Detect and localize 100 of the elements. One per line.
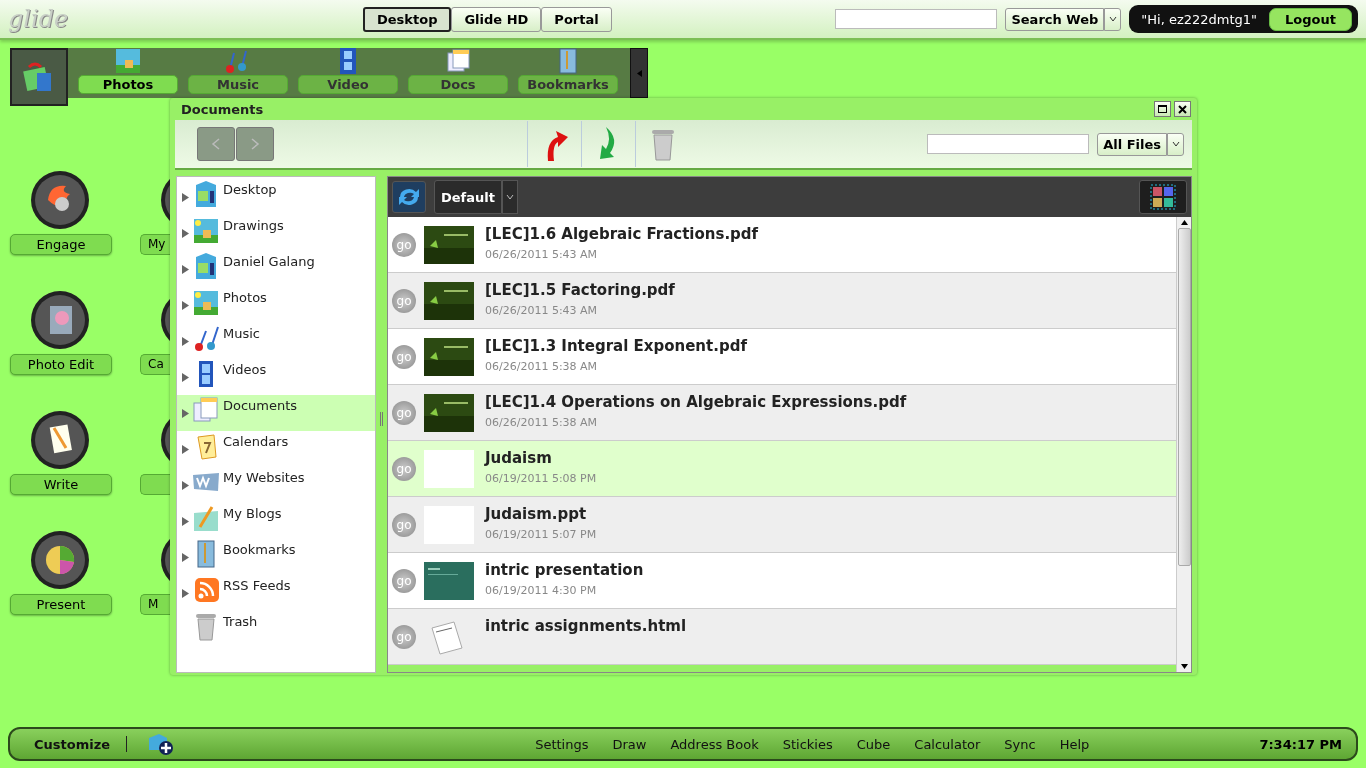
file-filter-dropdown[interactable]: All Files [1097, 132, 1167, 156]
label-background [140, 474, 170, 495]
folder-label: Trash [223, 614, 258, 629]
add-app-icon[interactable] [147, 732, 176, 756]
view-dropdown[interactable]: Default [434, 180, 502, 214]
taskbar-link[interactable]: Help [1047, 736, 1102, 752]
file-row[interactable]: go [LEC]1.4 Operations on Algebraic Expressions.pdf 06/26/2011 5:38 AM [388, 385, 1176, 441]
folder-item[interactable]: Desktop [177, 179, 375, 215]
file-name: [LEC]1.6 Algebraic Fractions.pdf [485, 225, 759, 243]
expand-arrow-icon[interactable] [182, 265, 189, 274]
search-web-button[interactable]: Search Web [1005, 7, 1105, 31]
dock-tab[interactable]: Bookmarks [518, 75, 618, 94]
expand-arrow-icon[interactable] [182, 589, 189, 598]
folder-label: Drawings [223, 218, 284, 233]
expand-arrow-icon[interactable] [182, 553, 189, 562]
taskbar-link[interactable]: Calculator [902, 736, 993, 752]
customize-button[interactable]: Customize [28, 735, 117, 753]
mode-tab[interactable]: Desktop [363, 6, 452, 32]
maximize-button[interactable] [1154, 101, 1171, 117]
scroll-up-icon[interactable] [1180, 220, 1188, 225]
expand-arrow-icon[interactable] [182, 445, 189, 454]
refresh-button[interactable] [392, 181, 426, 213]
folder-label: RSS Feeds [223, 578, 291, 593]
folder-item[interactable]: Videos [177, 359, 375, 395]
taskbar-link[interactable]: Address Book [658, 736, 771, 752]
folder-item[interactable]: My Websites [177, 467, 375, 503]
dock-tab[interactable]: Video [298, 75, 398, 94]
app-icon[interactable] [30, 410, 90, 470]
app-label[interactable]: Photo Edit [10, 354, 112, 375]
file-row[interactable]: go [LEC]1.3 Integral Exponent.pdf 06/26/2011 5:38 AM [388, 329, 1176, 385]
file-row[interactable]: go intric assignments.html [388, 609, 1176, 665]
logo: glide [8, 5, 70, 33]
expand-arrow-icon[interactable] [182, 481, 189, 490]
mode-tab[interactable]: Glide HD [451, 6, 542, 32]
file-date: 06/19/2011 4:30 PM [485, 584, 598, 597]
mode-tab[interactable]: Portal [541, 6, 612, 32]
search-options-button[interactable] [1104, 7, 1122, 31]
file-thumbnail [424, 450, 474, 488]
expand-arrow-icon[interactable] [182, 229, 189, 238]
folder-label: Videos [223, 362, 267, 377]
file-row[interactable]: go Judaism.ppt 06/19/2011 5:07 PM [388, 497, 1176, 553]
grid-view-button[interactable] [1139, 180, 1187, 214]
dock-tab[interactable]: Music [188, 75, 288, 94]
caret-icon [505, 194, 514, 200]
file-row[interactable]: go intric presentation 06/19/2011 4:30 PM [388, 553, 1176, 609]
expand-arrow-icon[interactable] [182, 409, 189, 418]
expand-arrow-icon[interactable] [182, 301, 189, 310]
close-button[interactable] [1174, 101, 1191, 117]
app-label[interactable]: M [140, 594, 170, 615]
app-label[interactable]: Ca [140, 354, 170, 375]
file-name: Judaism.ppt [485, 505, 588, 523]
folder-item[interactable]: RSS Feeds [177, 575, 375, 611]
scrollbar[interactable] [1176, 217, 1191, 672]
expand-arrow-icon[interactable] [182, 337, 189, 346]
trash-icon [650, 127, 675, 161]
file-thumbnail [424, 562, 474, 600]
folder-label: Desktop [223, 182, 277, 197]
filter-options-button[interactable] [1167, 132, 1184, 156]
file-date: 06/26/2011 5:43 AM [485, 248, 599, 261]
taskbar-link[interactable]: Sync [992, 736, 1048, 752]
app-label[interactable]: Write [10, 474, 112, 495]
app-icon[interactable] [30, 530, 90, 590]
logout-button[interactable]: Logout [1269, 7, 1352, 31]
dock-tab[interactable]: Photos [78, 75, 178, 94]
file-name: [LEC]1.4 Operations on Algebraic Expressions.pdf [485, 393, 907, 411]
folder-item[interactable]: Drawings [177, 215, 375, 251]
folder-item[interactable]: Photos [177, 287, 375, 323]
folder-label: My Blogs [223, 506, 282, 521]
taskbar-link[interactable]: Cube [844, 736, 903, 752]
expand-arrow-icon[interactable] [182, 193, 189, 202]
dock-tab[interactable]: Docs [408, 75, 508, 94]
expand-arrow-icon[interactable] [182, 517, 189, 526]
app-icon[interactable] [30, 290, 90, 350]
app-label[interactable]: My [140, 234, 170, 255]
file-thumbnail [424, 226, 474, 264]
dock-home-button[interactable] [10, 48, 68, 106]
taskbar-link[interactable]: Draw [600, 736, 659, 752]
file-name: intric assignments.html [485, 617, 687, 635]
file-search-field[interactable] [927, 134, 1090, 154]
expand-arrow-icon[interactable] [182, 373, 189, 382]
file-row[interactable]: go [LEC]1.5 Factoring.pdf 06/26/2011 5:43 AM [388, 273, 1176, 329]
taskbar-link[interactable]: Settings [523, 736, 601, 752]
file-name: Judaism [485, 449, 553, 467]
dock-icon [114, 47, 142, 75]
folder-item[interactable]: Documents [177, 395, 375, 431]
folder-item[interactable]: My Blogs [177, 503, 375, 539]
folder-item[interactable]: Calendars [177, 431, 375, 467]
app-icon[interactable] [30, 170, 90, 230]
scroll-down-icon[interactable] [1180, 664, 1188, 669]
file-row[interactable]: go [LEC]1.6 Algebraic Fractions.pdf 06/26/2011 5:43 AM [388, 217, 1176, 273]
folder-item[interactable]: Bookmarks [177, 539, 375, 575]
folder-item[interactable]: Music [177, 323, 375, 359]
app-label[interactable]: Engage [10, 234, 112, 255]
folder-item[interactable]: Trash [177, 611, 375, 647]
taskbar-link[interactable]: Stickies [770, 736, 845, 752]
file-row[interactable]: go Judaism 06/19/2011 5:08 PM [388, 441, 1176, 497]
app-label[interactable]: Present [10, 594, 112, 615]
folder-item[interactable]: Daniel Galang [177, 251, 375, 287]
back-icon [211, 138, 221, 150]
search-field[interactable] [835, 9, 998, 29]
